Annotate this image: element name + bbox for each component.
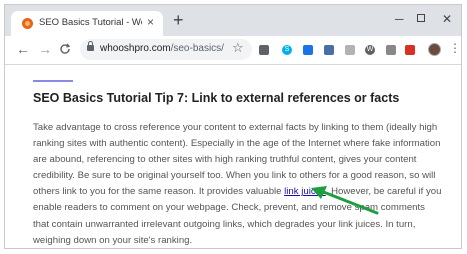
red-extension-icon[interactable]	[405, 45, 415, 55]
bookmark-star-icon[interactable]: ☆	[232, 40, 244, 56]
tab-strip: SEO Basics Tutorial - Website Se × + ─ ✕	[5, 5, 461, 36]
url-text: whooshpro.com/seo-basics/	[100, 43, 224, 54]
url-host: whooshpro.com	[100, 43, 171, 54]
blue-extension-icon[interactable]	[303, 45, 313, 55]
browser-toolbar: ← → whooshpro.com/seo-basics/ ☆ S W ⋮	[5, 36, 461, 65]
active-tab[interactable]: SEO Basics Tutorial - Website Se ×	[11, 11, 163, 36]
minimize-button[interactable]: ─	[395, 12, 404, 26]
wordpress-icon[interactable]: W	[365, 45, 375, 55]
new-tab-button[interactable]: +	[173, 10, 184, 30]
page-content: SEO Basics Tutorial Tip 7: Link to exter…	[5, 65, 461, 248]
browser-menu-button[interactable]: ⋮	[449, 40, 461, 56]
reload-button[interactable]	[59, 41, 71, 58]
back-button[interactable]: ←	[16, 41, 30, 57]
browser-window: SEO Basics Tutorial - Website Se × + ─ ✕…	[4, 4, 462, 249]
profile-avatar[interactable]	[428, 43, 441, 56]
forward-button[interactable]: →	[38, 41, 52, 57]
close-window-button[interactable]: ✕	[442, 12, 452, 26]
lock-icon	[87, 41, 94, 51]
maximize-button[interactable]	[417, 14, 425, 22]
tab-title: SEO Basics Tutorial - Website Se	[39, 17, 142, 28]
pdf-extension-icon[interactable]	[345, 45, 355, 55]
address-bar[interactable]: whooshpro.com/seo-basics/	[80, 39, 252, 60]
reload-icon	[60, 43, 71, 54]
url-path: /seo-basics/	[170, 43, 224, 54]
green-arrow-icon	[311, 186, 379, 215]
tab-close-button[interactable]: ×	[147, 15, 154, 29]
camera-icon[interactable]	[259, 45, 269, 55]
article-heading: SEO Basics Tutorial Tip 7: Link to exter…	[33, 91, 400, 105]
skype-icon[interactable]: S	[282, 45, 292, 55]
site-favicon-icon	[22, 18, 33, 29]
grid-extension-icon[interactable]	[324, 45, 334, 55]
box-extension-icon[interactable]	[386, 45, 396, 55]
heading-accent-line	[33, 80, 73, 82]
